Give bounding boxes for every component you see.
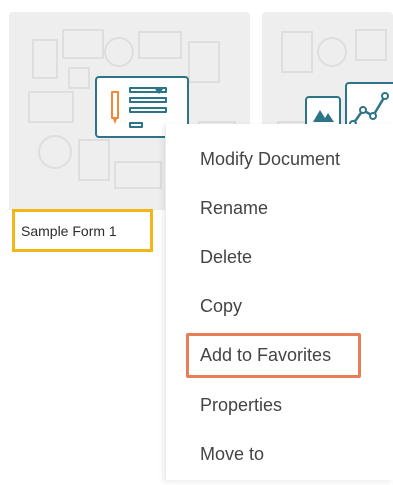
menu-item-modify-document[interactable]: Modify Document [200,148,340,170]
document-name-label[interactable]: Sample Form 1 [12,209,153,252]
dropdown-caret-icon [155,89,163,94]
document-name: Sample Form 1 [21,222,117,239]
menu-item-delete[interactable]: Delete [200,246,252,268]
menu-item-copy[interactable]: Copy [200,295,242,317]
menu-item-move-to[interactable]: Move to [200,443,264,465]
menu-item-rename[interactable]: Rename [200,197,268,219]
add-to-favorites-highlight [186,333,361,378]
context-menu: Modify Document Rename Delete Copy Add t… [165,124,393,480]
pencil-icon [111,91,119,124]
menu-item-properties[interactable]: Properties [200,394,282,416]
